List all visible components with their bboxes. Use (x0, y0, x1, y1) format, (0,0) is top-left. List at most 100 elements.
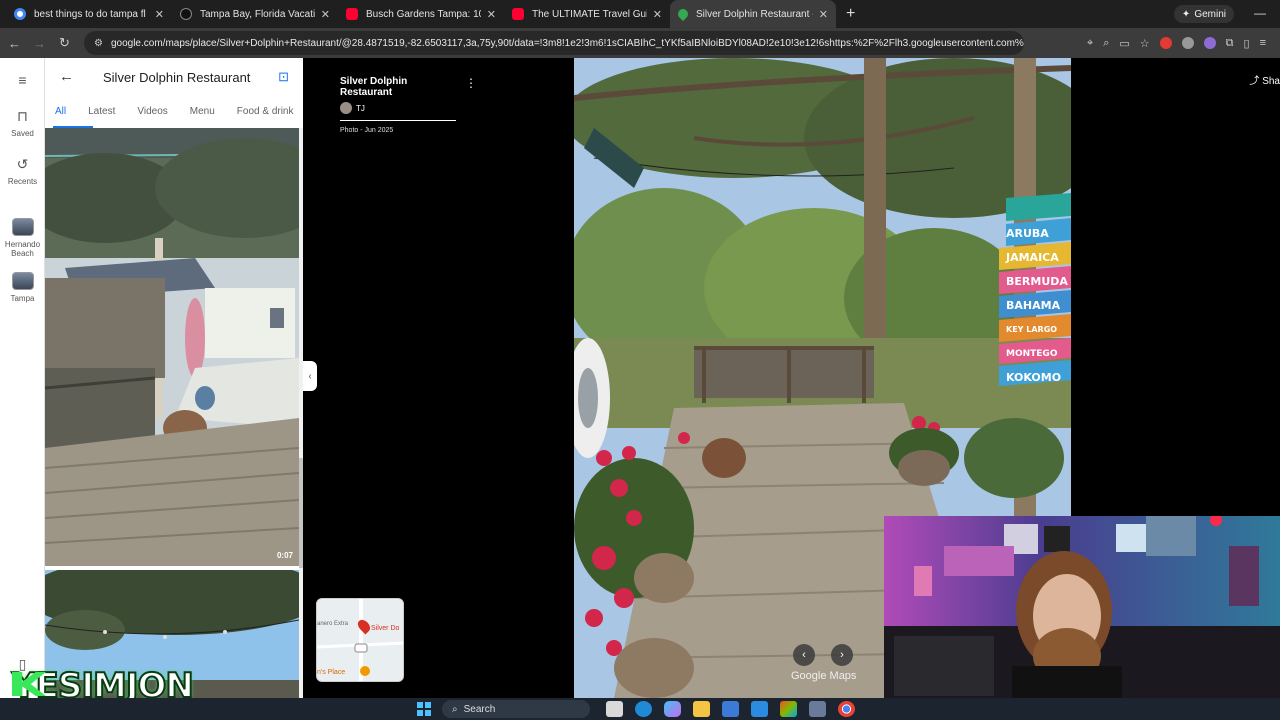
close-tab-icon[interactable]: ✕ (487, 8, 496, 21)
site-info-icon[interactable]: ⚙ (94, 38, 103, 49)
minimize-window-icon[interactable]: — (1254, 6, 1266, 20)
tripadvisor-favicon-icon (180, 8, 192, 20)
streamer-webcam-image (884, 516, 1280, 700)
chrome-icon[interactable] (838, 701, 855, 717)
add-photo-camera-icon[interactable]: ⊡ (278, 69, 289, 85)
avatar (340, 102, 352, 114)
bookmark-star-icon[interactable]: ☆ (1140, 37, 1150, 50)
widgets-icon[interactable] (809, 701, 826, 717)
viewer-place-name[interactable]: Silver Dolphin Restaurant (340, 76, 458, 98)
hamburger-menu-button[interactable]: ≡ (0, 72, 45, 92)
extension-purple-icon[interactable] (1203, 37, 1216, 49)
taskbar-app-icons (606, 701, 855, 717)
tab-3[interactable]: Busch Gardens Tampa: 10 Thing ✕ (338, 0, 504, 28)
forward-arrow-icon[interactable]: → (27, 36, 52, 51)
uploader-name: TJ (356, 103, 365, 113)
toolbar-icons: ⌖ ⌕ ▭ ☆ ⧉ ▯ ≡ (1087, 28, 1272, 58)
taskbar-search-label: Search (463, 703, 496, 715)
maps-favicon-icon (675, 6, 691, 22)
edge-icon[interactable] (635, 701, 652, 717)
back-arrow-icon[interactable]: ← (2, 36, 27, 51)
reload-icon[interactable]: ↻ (52, 35, 77, 51)
close-tab-icon[interactable]: ✕ (321, 8, 330, 21)
tab-all[interactable]: All (45, 106, 74, 117)
extensions-puzzle-icon[interactable]: ⧉ (1226, 37, 1234, 50)
tab-5-title: Silver Dolphin Restaurant - Goo (696, 8, 813, 20)
gemini-button[interactable]: ✦ Gemini (1173, 5, 1234, 23)
more-options-icon[interactable]: ⋮ (465, 76, 477, 90)
windows-start-icon[interactable] (417, 702, 431, 716)
webcam-overlay (884, 516, 1280, 700)
url-text: google.com/maps/place/Silver+Dolphin+Res… (110, 37, 1024, 49)
menu-icon[interactable]: ≡ (1260, 37, 1266, 49)
sign-label: BERMUDA (1006, 275, 1068, 288)
file-explorer-icon[interactable] (693, 701, 710, 717)
cast-icon[interactable]: ▭ (1119, 37, 1129, 50)
recents-button[interactable]: ↺ Recents (0, 156, 45, 186)
google-maps-watermark: Google Maps (791, 670, 857, 682)
sign-label: JAMAICA (1006, 251, 1059, 264)
maps-left-rail: ≡ ⊓ Saved ↺ Recents Hernando Beach Tampa… (0, 58, 45, 698)
task-view-icon[interactable] (606, 701, 623, 717)
zoom-icon[interactable]: ⌕ (1103, 37, 1109, 50)
close-tab-icon[interactable]: ✕ (653, 8, 662, 21)
mini-map[interactable]: Silver Do anero Extra n's Place (316, 598, 404, 682)
address-bar[interactable]: ⚙ google.com/maps/place/Silver+Dolphin+R… (84, 31, 1024, 55)
direction-signs: ARUBA JAMAICA BERMUDA BAHAMA KEY LARGO M… (1006, 222, 1071, 390)
recent-place-2[interactable]: Tampa (0, 272, 45, 303)
browser-tab-strip: best things to do tampa fl herna ✕ Tampa… (0, 0, 1280, 28)
windows-taskbar: ⌕ Search (0, 698, 1280, 720)
sign-label: KOKOMO (1006, 371, 1062, 384)
tab-3-title: Busch Gardens Tampa: 10 Thing (366, 8, 481, 20)
panel-header: ← Silver Dolphin Restaurant ⊡ (45, 58, 303, 98)
close-tab-icon[interactable]: ✕ (819, 8, 828, 21)
back-arrow-icon[interactable]: ← (59, 68, 74, 85)
video-duration: 0:07 (276, 551, 293, 560)
uploader-row[interactable]: TJ (340, 102, 458, 114)
share-button[interactable]: ⤴ Sha (1249, 72, 1280, 87)
next-photo-icon[interactable]: › (831, 644, 853, 666)
tab-food-drink[interactable]: Food & drink (229, 106, 302, 117)
tab-2[interactable]: Tampa Bay, Florida Vacations ✕ (172, 0, 338, 28)
mail-icon[interactable] (751, 701, 768, 717)
side-panel-icon[interactable]: ▯ (1244, 37, 1250, 50)
history-icon: ↺ (16, 156, 29, 172)
map-label-silver-dolphin: Silver Do (371, 625, 400, 632)
extension-red-icon[interactable] (1159, 37, 1172, 49)
map-label-3: n's Place (317, 669, 346, 676)
saved-label: Saved (11, 129, 34, 138)
extension-grey-icon[interactable] (1181, 37, 1194, 49)
panel-title: Silver Dolphin Restaurant (103, 70, 251, 85)
share-label: Sha (1262, 76, 1280, 87)
browser-toolbar: ← → ↻ ⚙ google.com/maps/place/Silver+Dol… (0, 28, 1280, 58)
recents-label: Recents (7, 177, 38, 186)
tab-menu[interactable]: Menu (182, 106, 223, 117)
hamburger-icon: ≡ (18, 72, 27, 88)
tab-latest[interactable]: Latest (80, 106, 123, 117)
tab-5-active[interactable]: Silver Dolphin Restaurant - Goo ✕ (670, 0, 836, 28)
tab-videos[interactable]: Videos (129, 106, 175, 117)
new-tab-button[interactable]: + (846, 5, 855, 23)
recent-place-1[interactable]: Hernando Beach (0, 218, 45, 258)
microsoft365-icon[interactable] (780, 701, 797, 717)
location-icon[interactable]: ⌖ (1087, 37, 1093, 50)
video-thumbnail[interactable]: 0:07 (45, 128, 299, 566)
sign-label: ARUBA (1006, 227, 1049, 240)
google-favicon-icon (14, 8, 26, 20)
collapse-panel-button[interactable]: ‹ (303, 361, 317, 391)
recent-place-2-label: Tampa (10, 294, 35, 303)
photos-panel: ← Silver Dolphin Restaurant ⊡ All Latest… (45, 58, 303, 698)
sign-label: BAHAMA (1006, 299, 1061, 312)
copilot-icon[interactable] (664, 701, 681, 717)
bookmark-icon: ⊓ (17, 108, 28, 124)
tab-4[interactable]: The ULTIMATE Travel Guide to ✕ (504, 0, 670, 28)
youtube-favicon-icon (346, 8, 358, 20)
taskbar-search[interactable]: ⌕ Search (442, 700, 590, 718)
saved-button[interactable]: ⊓ Saved (0, 108, 45, 138)
patio-video-image (45, 128, 299, 566)
tab-1[interactable]: best things to do tampa fl herna ✕ (6, 0, 172, 28)
divider (340, 120, 456, 121)
close-tab-icon[interactable]: ✕ (155, 8, 164, 21)
previous-photo-icon[interactable]: ‹ (793, 644, 815, 666)
store-icon[interactable] (722, 701, 739, 717)
